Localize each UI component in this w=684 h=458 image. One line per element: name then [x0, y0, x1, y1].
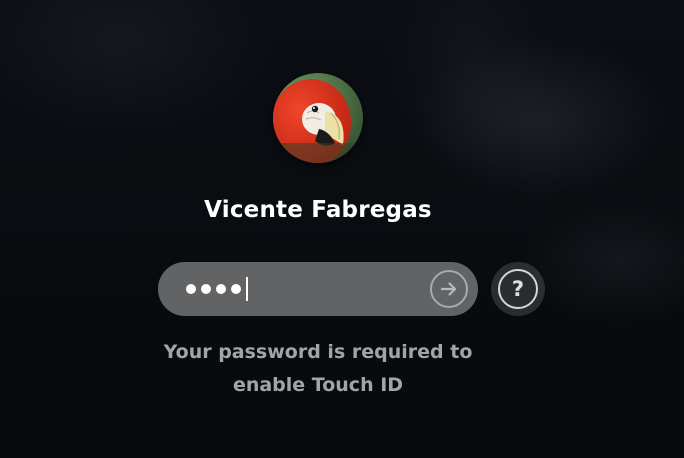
hint-line-1: Your password is required to	[163, 341, 473, 363]
hint-line-2: enable Touch ID	[232, 374, 404, 396]
password-dot	[231, 284, 241, 294]
touch-id-hint: Your password is required to enable Touc…	[0, 336, 636, 402]
parrot-avatar-image	[273, 73, 363, 163]
arrow-right-icon	[440, 282, 457, 296]
text-caret	[246, 277, 248, 301]
user-avatar[interactable]	[273, 73, 363, 163]
password-dot	[201, 284, 211, 294]
question-mark-icon: ?	[498, 269, 538, 309]
password-dot	[186, 284, 196, 294]
password-field[interactable]	[158, 262, 478, 316]
password-masked-input[interactable]	[186, 277, 248, 301]
help-button[interactable]: ?	[491, 262, 545, 316]
submit-button[interactable]	[430, 270, 468, 308]
user-name[interactable]: Vicente Fabregas	[0, 197, 636, 223]
password-dot	[216, 284, 226, 294]
